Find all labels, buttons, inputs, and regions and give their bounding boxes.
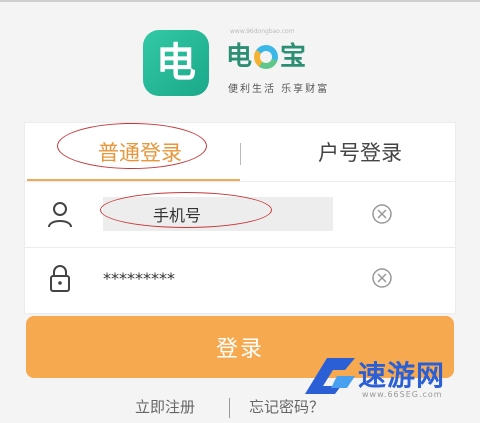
user-icon [48, 202, 72, 228]
phone-placeholder: 手机号 [153, 206, 202, 225]
clear-password-icon[interactable] [371, 267, 393, 289]
links-divider [229, 398, 230, 418]
brand-swirl-icon [254, 45, 279, 69]
clear-phone-icon[interactable] [371, 203, 393, 225]
login-tabs: 普通登录 户号登录 [25, 123, 457, 181]
brand-char-3: 宝 [280, 42, 307, 72]
password-input[interactable]: ********* [103, 261, 333, 295]
logo-url-text: www.96dongbao.com [230, 28, 295, 35]
top-divider [0, 0, 480, 2]
brand-char-1: 电 [226, 42, 253, 72]
phone-input[interactable]: 手机号 [103, 197, 333, 231]
login-card: 普通登录 户号登录 手机号 ********* [24, 122, 457, 314]
lock-icon [50, 265, 70, 292]
tab-account-login[interactable]: 户号登录 [300, 137, 420, 167]
app-icon-char: 电 [156, 40, 196, 86]
tab-normal-login[interactable]: 普通登录 [85, 137, 195, 167]
phone-field-row: 手机号 [25, 181, 457, 247]
watermark-url: www.66SEG.com [362, 390, 443, 399]
password-value: ********* [103, 268, 175, 288]
password-field-row: ********* [25, 247, 457, 313]
tab-divider [240, 143, 241, 165]
brand-slogan: 便利生活 乐享财富 [228, 84, 330, 95]
app-logo-icon: 电 [143, 30, 209, 96]
brand-wordmark: 电 宝 [226, 40, 306, 74]
watermark-name: 速游网 [358, 359, 446, 392]
register-link[interactable]: 立即注册 [135, 396, 195, 417]
